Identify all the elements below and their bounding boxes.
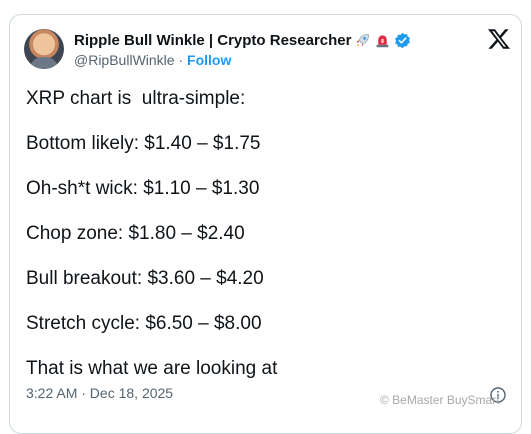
- author-handle[interactable]: @RipBullWinkle: [74, 52, 175, 68]
- separator: ·: [178, 52, 184, 68]
- tweet-timestamp[interactable]: 3:22 AM · Dec 18, 2025: [26, 385, 173, 401]
- x-logo-icon[interactable]: [487, 27, 511, 51]
- rocket-emoji-icon: [354, 32, 371, 49]
- author-name[interactable]: Ripple Bull Winkle | Crypto Researcher: [74, 32, 351, 49]
- tweet-text: XRP chart is ultra-simple: Bottom likely…: [26, 87, 506, 402]
- tweet-line: That is what we are looking at: [26, 358, 278, 379]
- tweet-line: Stretch cycle: $6.50 – $8.00: [26, 313, 262, 334]
- tweet-line: XRP chart is ultra-simple:: [26, 88, 246, 109]
- police-light-emoji-icon: [374, 32, 391, 49]
- verified-badge-icon: [394, 32, 411, 49]
- tweet-card: Ripple Bull Winkle | Crypto Researcher @…: [9, 14, 522, 434]
- watermark: © BeMaster BuySmart: [380, 393, 500, 407]
- author-name-line: Ripple Bull Winkle | Crypto Researcher: [74, 32, 411, 49]
- tweet-line: Oh-sh*t wick: $1.10 – $1.30: [26, 178, 260, 199]
- tweet-line: Chop zone: $1.80 – $2.40: [26, 223, 245, 244]
- avatar[interactable]: [24, 29, 64, 69]
- follow-button[interactable]: Follow: [187, 52, 231, 68]
- tweet-line: Bottom likely: $1.40 – $1.75: [26, 133, 261, 154]
- tweet-line: Bull breakout: $3.60 – $4.20: [26, 268, 264, 289]
- author-handle-line: @RipBullWinkle · Follow: [74, 52, 231, 68]
